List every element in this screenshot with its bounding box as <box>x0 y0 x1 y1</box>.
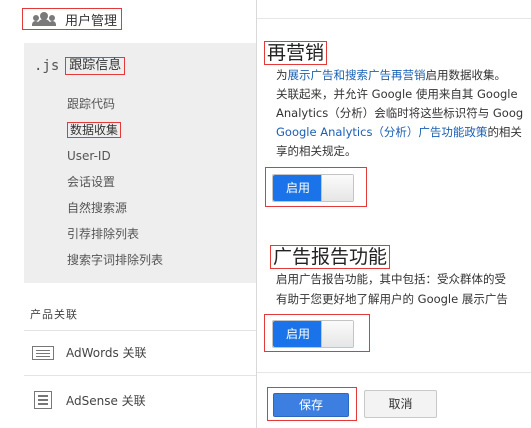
remarketing-description-line: 享的相关规定。 <box>276 144 357 158</box>
ad-reporting-description-line: 启用广告报告功能，其中包括：受众群体的受 <box>276 272 506 286</box>
remarketing-title: 再营销 <box>264 41 328 65</box>
sub-item-user-id[interactable]: User-ID <box>67 143 163 169</box>
save-button[interactable]: 保存 <box>273 393 349 417</box>
remarketing-link[interactable]: 展示广告和搜索广告再营销 <box>288 68 426 82</box>
divider <box>24 375 256 376</box>
sub-item-label: 引荐排除列表 <box>67 227 140 241</box>
ad-reporting-toggle[interactable]: 启用 <box>272 320 354 348</box>
toggle-on-label: 启用 <box>273 175 323 201</box>
ad-features-policy-link[interactable]: Google Analytics（分析）广告功能政策 <box>276 125 487 139</box>
sidebar-item-label: AdSense 关联 <box>66 393 146 408</box>
remarketing-description-line: Google Analytics（分析）广告功能政策的相关 <box>276 123 522 142</box>
sub-item-tracking-code[interactable]: 跟踪代码 <box>67 91 163 117</box>
toggle-on-label: 启用 <box>273 321 323 347</box>
sidebar-item-label: 用户管理 <box>65 13 118 29</box>
sub-item-organic-search-sources[interactable]: 自然搜索源 <box>67 195 163 221</box>
text: 为 <box>276 68 288 82</box>
sidebar-item-label: AdWords 关联 <box>66 346 147 360</box>
sub-item-data-collection[interactable]: 数据收集 <box>67 117 163 143</box>
sub-item-label: 自然搜索源 <box>67 201 128 215</box>
sidebar-item-label: 跟踪信息 <box>65 57 126 75</box>
sub-item-search-term-exclusion-list[interactable]: 搜索字词排除列表 <box>67 247 163 273</box>
toggle-knob <box>321 321 353 347</box>
sub-item-referral-exclusion-list[interactable]: 引荐排除列表 <box>67 221 163 247</box>
tracking-info-section: .js 跟踪信息 跟踪代码 数据收集 User-ID 会话设置 自然搜索源 引荐… <box>24 43 256 283</box>
product-linking-heading: 产品关联 <box>30 308 78 321</box>
people-icon <box>32 12 56 26</box>
divider <box>24 330 256 331</box>
sub-item-label: User-ID <box>67 149 111 163</box>
remarketing-description-line: 为展示广告和搜索广告再营销启用数据收集。 <box>276 66 506 85</box>
sub-item-label: 会话设置 <box>67 175 116 189</box>
text: 的相关 <box>487 125 522 139</box>
divider <box>257 18 531 19</box>
toggle-knob <box>321 175 353 201</box>
save-button-frame: 保存 <box>267 387 357 421</box>
ad-reporting-toggle-frame: 启用 <box>264 314 370 352</box>
ad-reporting-description-line: 有助于您更好地了解用户的 Google 展示广告 <box>276 292 508 306</box>
sidebar-item-user-management[interactable]: 用户管理 <box>22 8 123 30</box>
divider <box>257 372 531 373</box>
cancel-button[interactable]: 取消 <box>364 390 437 418</box>
adwords-icon <box>32 345 54 360</box>
remarketing-toggle-frame: 启用 <box>265 167 367 207</box>
sub-item-session-settings[interactable]: 会话设置 <box>67 169 163 195</box>
ad-reporting-title: 广告报告功能 <box>270 245 391 269</box>
tracking-sub-list: 跟踪代码 数据收集 User-ID 会话设置 自然搜索源 引荐排除列表 搜索字词… <box>67 91 163 273</box>
adsense-icon <box>34 391 52 409</box>
js-icon: .js <box>34 58 60 74</box>
sub-item-label: 搜索字词排除列表 <box>67 253 164 267</box>
sub-item-label: 数据收集 <box>67 122 122 138</box>
main-panel: 再营销 为展示广告和搜索广告再营销启用数据收集。 关联起来，并允许 Google… <box>257 0 531 428</box>
remarketing-toggle[interactable]: 启用 <box>272 174 354 202</box>
sidebar-item-tracking-info[interactable]: .js 跟踪信息 <box>34 57 126 75</box>
sub-item-label: 跟踪代码 <box>67 97 116 111</box>
text: 启用数据收集。 <box>425 68 507 82</box>
sidebar: 用户管理 .js 跟踪信息 跟踪代码 数据收集 User-ID 会话设置 自然搜… <box>0 0 256 428</box>
sidebar-item-adwords-linking[interactable]: AdWords 关联 <box>32 344 147 361</box>
remarketing-description-line: Analytics（分析）会临时将这些标识符与 Goog <box>276 106 524 120</box>
remarketing-description-line: 关联起来，并允许 Google 使用来自其 Google <box>276 87 518 101</box>
sidebar-item-adsense-linking[interactable]: AdSense 关联 <box>32 391 146 409</box>
